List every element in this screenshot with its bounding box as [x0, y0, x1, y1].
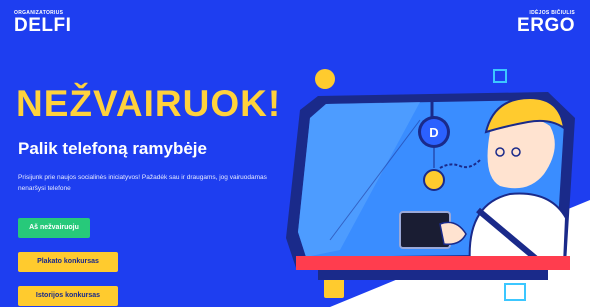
pledge-button[interactable]: Aš nežvairuoju	[18, 218, 90, 238]
badge-letter: D	[429, 125, 438, 140]
square-outline	[493, 69, 507, 83]
dashboard	[296, 256, 570, 270]
campaign-description: Prisijunk prie naujos socialinės iniciat…	[18, 174, 267, 192]
poster-contest-button[interactable]: Plakato konkursas	[18, 252, 118, 272]
yellow-square	[324, 278, 344, 298]
page: { "header": { "left_logo": { "caption": …	[0, 0, 590, 307]
campaign-subtitle: Palik telefoną ramybėje	[18, 139, 207, 158]
yellow-dot	[315, 69, 335, 89]
charm	[423, 169, 445, 191]
story-contest-button[interactable]: Istorijos konkursas	[18, 286, 118, 306]
campaign-headline: NEŽVAIRUOK!	[16, 83, 282, 124]
